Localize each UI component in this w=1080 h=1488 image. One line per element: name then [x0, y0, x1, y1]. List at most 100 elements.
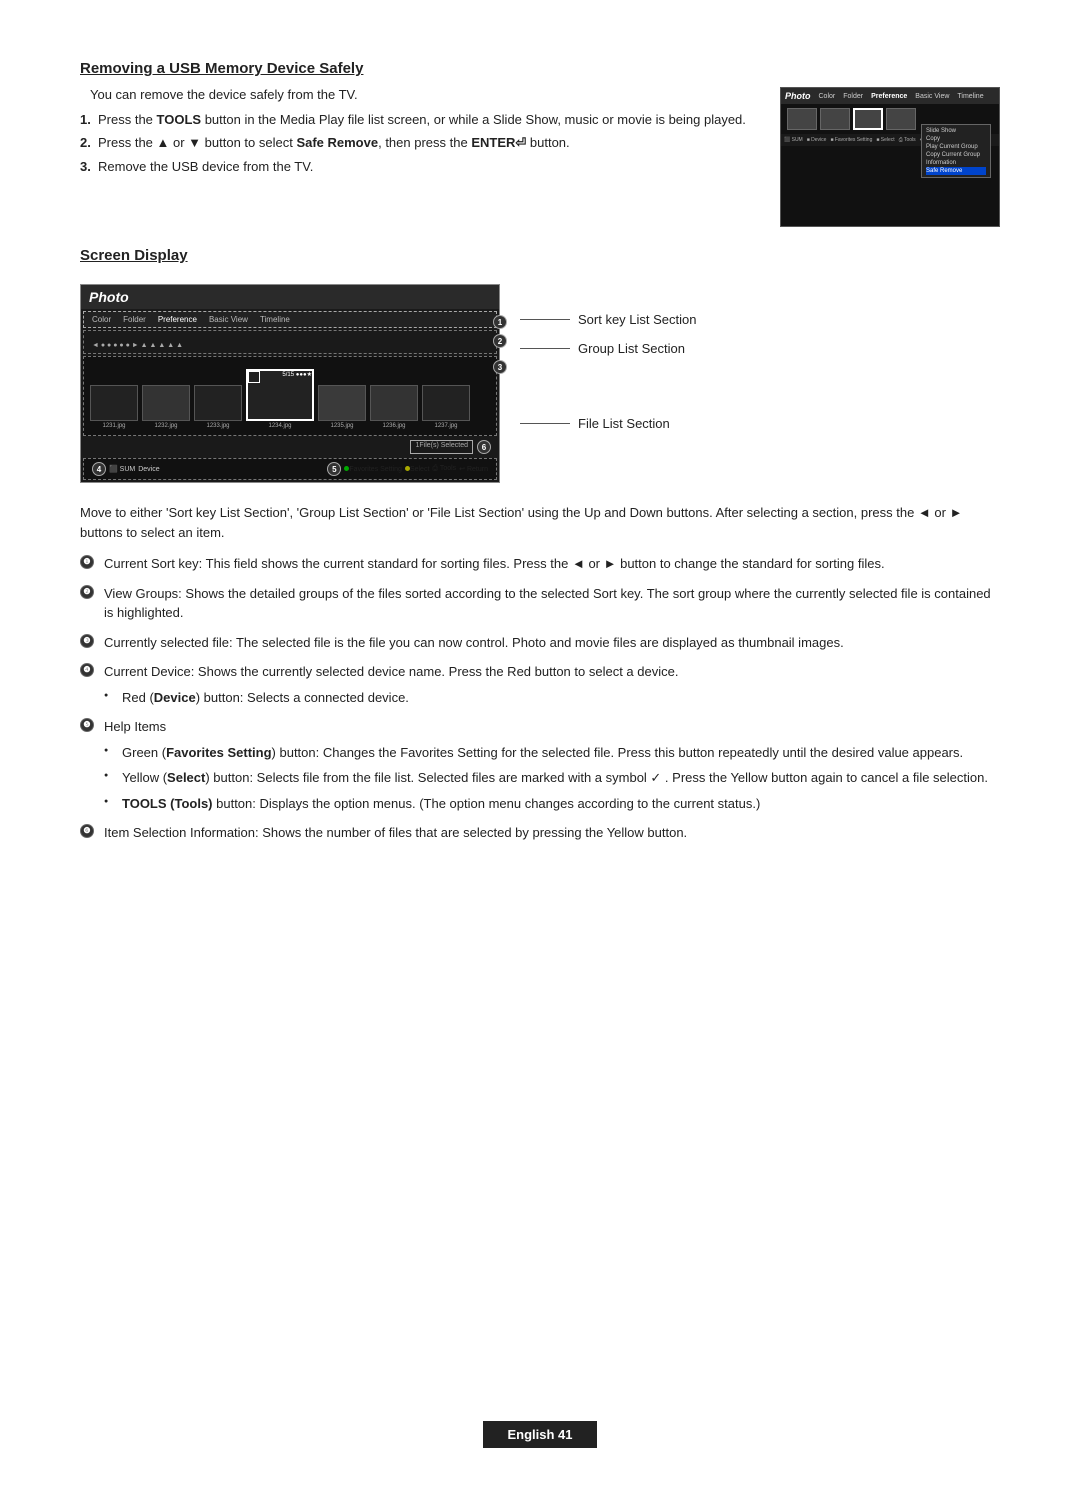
usb-content: You can remove the device safely from th… [80, 87, 1000, 227]
sm-nav-folder: Folder [123, 315, 146, 324]
sm-file-1233: 1233.jpg [194, 385, 242, 429]
tv-dd-slideshow: Slide Show [926, 127, 986, 135]
step-num-1: 1. [80, 112, 91, 127]
sm-file-1234-selected: 5/15 ●●●★ 1234.jpg [246, 369, 314, 429]
sm-file-1232: 1232.jpg [142, 385, 190, 429]
sm-filename-1233: 1233.jpg [206, 423, 229, 429]
section-title-screen: Screen Display [80, 247, 1000, 264]
sm-device-btn: Device [138, 466, 159, 473]
screen-display-container: Photo Color Folder Preference Basic View… [80, 284, 1000, 483]
bullet-6: ❻ [80, 824, 94, 838]
tv-bottom-device: ■ Device [807, 137, 827, 143]
tv-menu-color: Color [819, 93, 836, 100]
sm-thumb-1237 [422, 385, 470, 421]
step-num-2: 2. [80, 135, 91, 150]
sm-files-area: 1231.jpg 1232.jpg 1233.jpg [83, 356, 497, 436]
tv-screen-mini: Photo Color Folder Preference Basic View… [781, 88, 999, 226]
screen-display-section: Screen Display Photo Color Folder Prefer… [80, 247, 1000, 843]
tv-dd-info: Information [926, 159, 986, 167]
sm-thumb-1232 [142, 385, 190, 421]
desc-text-1: Current Sort key: This field shows the c… [104, 556, 885, 571]
bullet-1: ❶ [80, 555, 94, 569]
sm-nav-preference: Preference [158, 315, 197, 324]
bullet-5: ❺ [80, 718, 94, 732]
annotation-3: 3 [493, 360, 507, 374]
tv-menu-folder: Folder [843, 93, 863, 100]
bullet-2: ❷ [80, 585, 94, 599]
annotation-1: 1 [493, 315, 507, 329]
tv-thumb-2 [820, 108, 850, 130]
bullet-4: ❹ [80, 663, 94, 677]
sm-filename-1236: 1236.jpg [382, 423, 405, 429]
sub-item-4-1: Red (Device) button: Selects a connected… [104, 688, 1000, 708]
usb-section: Removing a USB Memory Device Safely You … [80, 60, 1000, 227]
sm-thumb-1236 [370, 385, 418, 421]
tv-dd-copy: Copy [926, 135, 986, 143]
usb-tv-screenshot: Photo Color Folder Preference Basic View… [780, 87, 1000, 227]
annotation-5: 5 [327, 462, 341, 476]
sub-item-5-1: Green (Favorites Setting) button: Change… [104, 743, 1000, 763]
tv-bottom-select: ■ Select [876, 137, 894, 143]
desc-item-2: ❷ View Groups: Shows the detailed groups… [80, 584, 1000, 623]
desc-item-1: ❶ Current Sort key: This field shows the… [80, 554, 1000, 574]
sm-file-1231: 1231.jpg [90, 385, 138, 429]
sm-app-title: Photo [89, 289, 129, 305]
desc-text-4: Current Device: Shows the currently sele… [104, 664, 678, 679]
desc-item-4: ❹ Current Device: Shows the currently se… [80, 662, 1000, 707]
screen-mock: Photo Color Folder Preference Basic View… [80, 284, 500, 483]
sm-group-bar: ◄ ● ● ● ● ● ► ▲ ▲ ▲ ▲ ▲ [83, 330, 497, 354]
sm-thumb-1231 [90, 385, 138, 421]
usb-steps: 1. Press the TOOLS button in the Media P… [80, 112, 750, 174]
label-sort-key: Sort key List Section [578, 312, 697, 327]
usb-step-2: 2. Press the ▲ or ▼ button to select Saf… [80, 135, 750, 151]
sm-file-1237: 1237.jpg [422, 385, 470, 429]
screen-labels: Sort key List Section Group List Section… [520, 284, 697, 431]
sm-file-1235: 1235.jpg [318, 385, 366, 429]
tv-dd-copy-group: Copy Current Group [926, 151, 986, 159]
bullet-3: ❸ [80, 634, 94, 648]
sm-return-btn: ↩ Return [459, 465, 488, 473]
tv-bottom-tools: ⎙ Tools [899, 137, 916, 143]
section-title-usb: Removing a USB Memory Device Safely [80, 60, 1000, 77]
sm-status-selection: 1File(s) Selected [410, 440, 473, 454]
label-line-3 [520, 423, 570, 424]
tv-dd-safe-remove: Safe Remove [926, 167, 986, 175]
annotation-2: 2 [493, 334, 507, 348]
sm-tools-btn: ⎙ Tools [432, 465, 456, 473]
usb-text: You can remove the device safely from th… [80, 87, 750, 182]
desc-item-3: ❸ Currently selected file: The selected … [80, 633, 1000, 653]
sm-sum-icon: ⬛ SUM [109, 465, 135, 473]
desc-text-5: Help Items [104, 719, 166, 734]
sub-list-5: Green (Favorites Setting) button: Change… [104, 743, 1000, 814]
sm-filename-1237: 1237.jpg [434, 423, 457, 429]
tv-thumb-3 [886, 108, 916, 130]
usb-intro: You can remove the device safely from th… [90, 87, 750, 102]
annotation-6: 6 [477, 440, 491, 454]
sm-thumb-1235 [318, 385, 366, 421]
sub-item-5-3: TOOLS (Tools) button: Displays the optio… [104, 794, 1000, 814]
sub-item-5-2: Yellow (Select) button: Selects file fro… [104, 768, 1000, 788]
label-line-2 [520, 348, 570, 349]
sm-thumb-1233 [194, 385, 242, 421]
tv-dropdown-menu: Slide Show Copy Play Current Group Copy … [921, 124, 991, 178]
desc-text-2: View Groups: Shows the detailed groups o… [104, 586, 991, 621]
usb-step-1: 1. Press the TOOLS button in the Media P… [80, 112, 750, 127]
desc-item-5: ❺ Help Items Green (Favorites Setting) b… [80, 717, 1000, 813]
sm-select-btn: Select [405, 466, 429, 473]
label-group-list: Group List Section [578, 341, 685, 356]
sm-filename-1231: 1231.jpg [102, 423, 125, 429]
tv-menu-basicview: Basic View [915, 93, 949, 100]
tv-bottom-fav: ■ Favorites Setting [830, 137, 872, 143]
desc-intro: Move to either 'Sort key List Section', … [80, 503, 1000, 542]
tv-menu-bar: Photo Color Folder Preference Basic View… [781, 88, 999, 104]
sm-filename-1234: 1234.jpg [268, 423, 291, 429]
tv-menu-timeline: Timeline [957, 93, 983, 100]
sm-title-bar: Photo [81, 285, 499, 309]
sm-nav-bar: Color Folder Preference Basic View Timel… [83, 311, 497, 328]
label-file-list: File List Section [578, 416, 670, 431]
footer-badge: English 41 [483, 1421, 596, 1448]
desc-text-3: Currently selected file: The selected fi… [104, 635, 844, 650]
sm-nav-basicview: Basic View [209, 315, 248, 324]
sm-nav-timeline: Timeline [260, 315, 290, 324]
sm-fav-btn: Favorites Setting [344, 466, 402, 473]
